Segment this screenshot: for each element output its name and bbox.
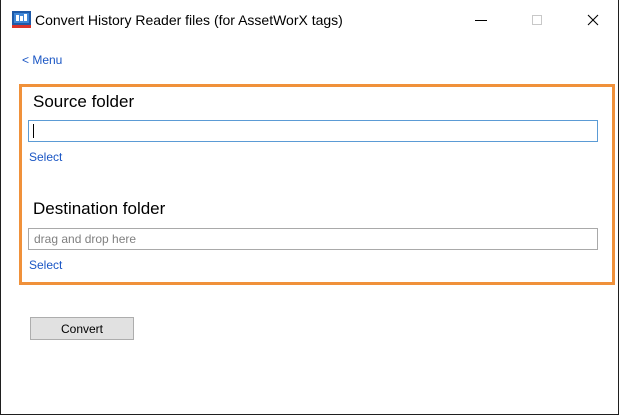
source-select-link[interactable]: Select: [29, 150, 62, 164]
maximize-button[interactable]: [514, 0, 560, 40]
source-folder-input[interactable]: [28, 120, 598, 142]
close-button[interactable]: [570, 0, 616, 40]
minimize-button[interactable]: [458, 0, 504, 40]
destination-folder-input[interactable]: [28, 228, 598, 250]
menu-back-link[interactable]: < Menu: [22, 53, 62, 67]
app-window: Convert History Reader files (for AssetW…: [0, 0, 619, 415]
convert-button[interactable]: Convert: [30, 317, 134, 340]
app-icon: [12, 11, 31, 28]
destination-folder-title: Destination folder: [33, 199, 166, 218]
destination-select-link[interactable]: Select: [29, 258, 62, 272]
window-title: Convert History Reader files (for AssetW…: [35, 12, 343, 28]
text-cursor: [33, 124, 34, 138]
title-bar[interactable]: Convert History Reader files (for AssetW…: [1, 0, 618, 40]
minimize-icon: [475, 14, 487, 26]
folder-selection-highlight: [19, 84, 615, 285]
maximize-icon: [531, 14, 543, 26]
close-icon: [587, 14, 599, 26]
source-folder-title: Source folder: [33, 92, 135, 111]
